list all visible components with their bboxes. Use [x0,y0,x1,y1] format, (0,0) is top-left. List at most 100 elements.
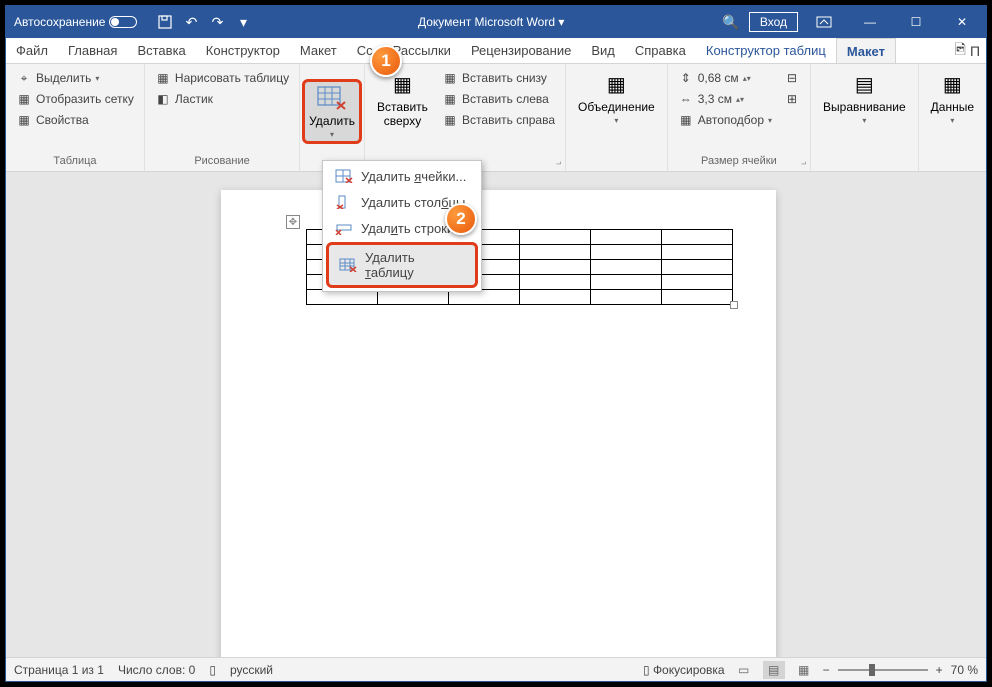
cmd-draw-label: Нарисовать таблицу [175,71,289,85]
cmd-select[interactable]: ⌖Выделить ▾ [12,68,138,88]
zoom-in-icon[interactable]: + [936,663,943,677]
chevron-down-icon: ▾ [614,116,618,125]
group-alignment-spacer [817,155,912,167]
ribbon-options-icon[interactable] [804,6,844,38]
cmd-insert-right[interactable]: ▦ Вставить справа [438,110,559,130]
tab-review[interactable]: Рецензирование [461,38,581,63]
login-button[interactable]: Вход [749,12,798,32]
comments-icon[interactable]: П [970,43,980,59]
cmd-delete[interactable]: Удалить ▾ [302,79,362,144]
cmd-insert-above[interactable]: ▦ Вставить сверху [371,68,434,155]
group-data: ▦ Данные ▾ [919,64,986,171]
zoom-level[interactable]: 70 % [951,663,978,677]
tab-file[interactable]: Файл [6,38,58,63]
cmd-autofit[interactable]: ▦Автоподбор ▾ [674,110,776,130]
tab-table-layout[interactable]: Макет [836,38,896,63]
tab-help[interactable]: Справка [625,38,696,63]
chevron-down-icon: ▾ [950,116,954,125]
autofit-icon: ▦ [678,112,694,128]
menu-delete-table[interactable]: Удалить таблицу [326,242,478,288]
callout-badge-2: 2 [445,203,477,235]
cmd-insert-left[interactable]: ▦ Вставить слева [438,89,559,109]
tab-table-designer[interactable]: Конструктор таблиц [696,38,836,63]
tab-overflow[interactable]: 🖻 П [955,39,986,63]
qat-customize-icon[interactable]: ▾ [231,10,255,34]
tab-designer[interactable]: Конструктор [196,38,290,63]
status-language[interactable]: русский [230,663,273,677]
cmd-gridlines-label: Отобразить сетку [36,92,134,106]
toggle-switch-icon[interactable] [109,16,137,28]
group-cell-size-label[interactable]: Размер ячейки [674,155,804,167]
redo-icon[interactable]: ↷ [205,10,229,34]
tab-home[interactable]: Главная [58,38,127,63]
zoom-out-icon[interactable]: − [823,663,830,677]
delete-cells-icon [335,168,353,184]
table-move-handle-icon[interactable]: ✥ [286,215,300,229]
menu-delete-cells[interactable]: Удалить ячейки... [325,163,479,189]
autosave-label: Автосохранение [14,15,105,29]
tab-view[interactable]: Вид [581,38,625,63]
menu-delete-rows-label: Удалить строки [361,221,454,236]
distribute-cols-icon: ⊞ [784,91,800,107]
group-cell-size: ⇕0,68 см ▴▾ ⇔3,3 см ▴▾ ▦Автоподбор ▾ ⊟ ⊞… [668,64,811,171]
cmd-col-width[interactable]: ⇔3,3 см ▴▾ [674,89,776,109]
table-resize-handle-icon[interactable] [730,301,738,309]
undo-icon[interactable]: ↶ [179,10,203,34]
cmd-autofit-label: Автоподбор [698,113,764,127]
focus-mode[interactable]: ▯ Фокусировка [643,663,725,677]
close-icon[interactable]: ✕ [942,6,982,38]
group-data-spacer [925,155,980,167]
draw-table-icon: ▦ [155,70,171,86]
insert-left-icon: ▦ [442,91,458,107]
view-print-icon[interactable]: ▤ [763,661,785,679]
cmd-properties[interactable]: ▦Свойства [12,110,138,130]
chevron-down-icon: ▾ [330,130,334,139]
cmd-distribute-cols[interactable]: ⊞ [780,89,804,109]
cmd-draw-table[interactable]: ▦ Нарисовать таблицу [151,68,293,88]
status-word-count[interactable]: Число слов: 0 [118,663,195,677]
cursor-icon: ⌖ [16,70,32,86]
zoom-slider[interactable] [838,669,928,671]
delete-table-menu-icon [339,257,357,273]
cmd-merge[interactable]: ▦ Объединение ▾ [572,68,661,155]
col-width-value: 3,3 см [698,92,732,106]
cmd-insert-right-label: Вставить справа [462,113,555,127]
tab-layout[interactable]: Макет [290,38,347,63]
status-bar: Страница 1 из 1 Число слов: 0 ▯ русский … [6,657,986,681]
status-page[interactable]: Страница 1 из 1 [14,663,104,677]
col-width-icon: ⇔ [678,91,694,107]
view-web-icon[interactable]: ▦ [793,661,815,679]
maximize-icon[interactable]: ☐ [896,6,936,38]
tab-insert[interactable]: Вставка [127,38,195,63]
document-title: Документ Microsoft Word ▾ [263,15,718,29]
autosave-toggle[interactable]: Автосохранение [6,15,145,29]
save-icon[interactable] [153,10,177,34]
cmd-alignment-label: Выравнивание [823,100,906,114]
cmd-eraser[interactable]: ◧Ластик [151,89,293,109]
focus-label: Фокусировка [653,663,725,677]
chevron-down-icon: ▾ [862,116,866,125]
delete-rows-icon [335,220,353,236]
menu-delete-cells-label: Удалить ячейки... [361,169,466,184]
cmd-merge-label: Объединение [578,100,655,114]
cmd-row-height[interactable]: ⇕0,68 см ▴▾ [674,68,776,88]
cmd-gridlines[interactable]: ▦Отобразить сетку [12,89,138,109]
cmd-select-label: Выделить [36,71,91,85]
insert-right-icon: ▦ [442,112,458,128]
cmd-alignment[interactable]: ▤ Выравнивание ▾ [817,68,912,155]
cmd-distribute-rows[interactable]: ⊟ [780,68,804,88]
view-read-icon[interactable]: ▭ [733,661,755,679]
cmd-data[interactable]: ▦ Данные ▾ [925,68,980,155]
cmd-data-label: Данные [931,100,974,114]
delete-columns-icon [335,194,353,210]
cmd-insert-left-label: Вставить слева [462,92,549,106]
minimize-icon[interactable]: — [850,6,890,38]
search-icon[interactable]: 🔍 [719,10,743,34]
cmd-insert-below[interactable]: ▦Вставить снизу [438,68,559,88]
group-rows-cols: ▦ Вставить сверху ▦Вставить снизу ▦ Встав… [365,64,566,171]
title-bar: Автосохранение ↶ ↷ ▾ Документ Microsoft … [6,6,986,38]
menu-delete-table-label: Удалить таблицу [365,250,465,280]
proofing-icon[interactable]: ▯ [209,663,216,677]
properties-icon: ▦ [16,112,32,128]
share-icon[interactable]: 🖻 [955,39,966,63]
